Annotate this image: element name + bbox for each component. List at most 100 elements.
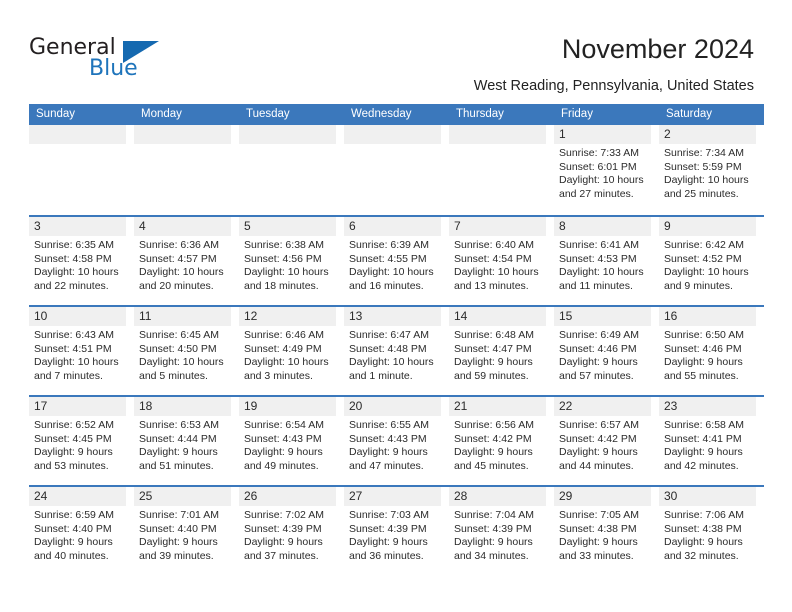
day-sunset-text: Sunset: 4:48 PM: [349, 342, 427, 355]
day-number: 20: [349, 399, 363, 413]
day-daylight-text: Daylight: 9 hours and 55 minutes.: [664, 356, 743, 382]
calendar-day-cell[interactable]: 26 Sunrise: 7:02 AM Sunset: 4:39 PM Dayligh…: [239, 487, 344, 575]
day-sunrise-text: Sunrise: 6:55 AM: [349, 419, 429, 431]
day-number: 11: [139, 309, 152, 323]
day-sunset-text: Sunset: 4:47 PM: [454, 342, 532, 355]
calendar-day-cell[interactable]: 5 Sunrise: 6:38 AM Sunset: 4:56 PM Daylight…: [239, 217, 344, 305]
calendar-day-cell[interactable]: 15 Sunrise: 6:49 AM Sunset: 4:46 PM Dayligh…: [554, 307, 659, 395]
day-sunrise-text: Sunrise: 6:53 AM: [139, 419, 219, 431]
day-number: 25: [139, 489, 153, 503]
calendar-day-cell[interactable]: 27 Sunrise: 7:03 AM Sunset: 4:39 PM Dayligh…: [344, 487, 449, 575]
calendar-day-cell[interactable]: 6 Sunrise: 6:39 AM Sunset: 4:55 PM Daylight…: [344, 217, 449, 305]
day-daylight-text: Daylight: 10 hours and 7 minutes.: [34, 356, 119, 382]
day-sunset-text: Sunset: 4:43 PM: [349, 432, 427, 445]
day-sun-info: Sunrise: 7:04 AM Sunset: 4:39 PM Daylight:…: [449, 506, 550, 563]
calendar-day-cell[interactable]: 13 Sunrise: 6:47 AM Sunset: 4:48 PM Dayligh…: [344, 307, 449, 395]
calendar-day-cell[interactable]: 17 Sunrise: 6:52 AM Sunset: 4:45 PM Dayligh…: [29, 397, 134, 485]
day-daylight-text: Daylight: 10 hours and 25 minutes.: [664, 174, 749, 200]
day-sunset-text: Sunset: 4:50 PM: [139, 342, 217, 355]
calendar-day-cell-empty: [239, 125, 344, 215]
day-daylight-text: Daylight: 9 hours and 40 minutes.: [34, 536, 113, 562]
calendar-week-row: 10 Sunrise: 6:43 AM Sunset: 4:51 PM Dayligh…: [29, 305, 764, 395]
day-sunrise-text: Sunrise: 6:45 AM: [139, 329, 219, 341]
calendar-day-cell[interactable]: 18 Sunrise: 6:53 AM Sunset: 4:44 PM Dayligh…: [134, 397, 239, 485]
day-sun-info: Sunrise: 6:54 AM Sunset: 4:43 PM Daylight:…: [239, 416, 340, 473]
day-sunrise-text: Sunrise: 6:42 AM: [664, 239, 744, 251]
calendar-day-cell[interactable]: 12 Sunrise: 6:46 AM Sunset: 4:49 PM Dayligh…: [239, 307, 344, 395]
day-sunrise-text: Sunrise: 6:39 AM: [349, 239, 429, 251]
calendar-day-cell[interactable]: 23 Sunrise: 6:58 AM Sunset: 4:41 PM Dayligh…: [659, 397, 764, 485]
day-number-band: 23: [659, 397, 756, 416]
day-number-band: 15: [554, 307, 651, 326]
calendar-day-cell[interactable]: 11 Sunrise: 6:45 AM Sunset: 4:50 PM Dayligh…: [134, 307, 239, 395]
calendar-day-cell[interactable]: 24 Sunrise: 6:59 AM Sunset: 4:40 PM Dayligh…: [29, 487, 134, 575]
day-sunset-text: Sunset: 4:42 PM: [559, 432, 637, 445]
calendar-day-cell[interactable]: 1 Sunrise: 7:33 AM Sunset: 6:01 PM Daylight…: [554, 125, 659, 215]
day-daylight-text: Daylight: 10 hours and 11 minutes.: [559, 266, 644, 292]
day-sun-info: Sunrise: 6:41 AM Sunset: 4:53 PM Daylight:…: [554, 236, 655, 293]
day-sunset-text: Sunset: 4:42 PM: [454, 432, 532, 445]
calendar-day-cell[interactable]: 9 Sunrise: 6:42 AM Sunset: 4:52 PM Daylight…: [659, 217, 764, 305]
calendar-week-row: 3 Sunrise: 6:35 AM Sunset: 4:58 PM Daylight…: [29, 215, 764, 305]
calendar-day-cell[interactable]: 8 Sunrise: 6:41 AM Sunset: 4:53 PM Daylight…: [554, 217, 659, 305]
day-sunrise-text: Sunrise: 7:04 AM: [454, 509, 534, 521]
day-sun-info: Sunrise: 7:33 AM Sunset: 6:01 PM Daylight:…: [554, 144, 655, 201]
day-sunrise-text: Sunrise: 6:38 AM: [244, 239, 324, 251]
day-sunset-text: Sunset: 4:45 PM: [34, 432, 112, 445]
calendar-day-cell[interactable]: 4 Sunrise: 6:36 AM Sunset: 4:57 PM Daylight…: [134, 217, 239, 305]
day-sunrise-text: Sunrise: 6:36 AM: [139, 239, 219, 251]
calendar-day-cell[interactable]: 22 Sunrise: 6:57 AM Sunset: 4:42 PM Dayligh…: [554, 397, 659, 485]
calendar-day-cell[interactable]: 20 Sunrise: 6:55 AM Sunset: 4:43 PM Dayligh…: [344, 397, 449, 485]
day-sunrise-text: Sunrise: 6:40 AM: [454, 239, 534, 251]
day-number-band: 14: [449, 307, 546, 326]
day-sunrise-text: Sunrise: 7:01 AM: [139, 509, 219, 521]
day-daylight-text: Daylight: 9 hours and 51 minutes.: [139, 446, 218, 472]
day-number-band: 4: [134, 217, 231, 236]
calendar-day-cell[interactable]: 14 Sunrise: 6:48 AM Sunset: 4:47 PM Dayligh…: [449, 307, 554, 395]
day-sunrise-text: Sunrise: 6:41 AM: [559, 239, 639, 251]
day-number-band: [449, 125, 546, 144]
day-sun-info: Sunrise: 6:53 AM Sunset: 4:44 PM Daylight:…: [134, 416, 235, 473]
day-sunrise-text: Sunrise: 6:49 AM: [559, 329, 639, 341]
day-sun-info: Sunrise: 6:47 AM Sunset: 4:48 PM Daylight:…: [344, 326, 445, 383]
page-header: General Blue November 2024 West Reading,…: [0, 0, 792, 104]
day-number: 3: [34, 219, 41, 233]
day-sunset-text: Sunset: 4:39 PM: [244, 522, 322, 535]
calendar-day-cell[interactable]: 29 Sunrise: 7:05 AM Sunset: 4:38 PM Dayligh…: [554, 487, 659, 575]
calendar-day-cell[interactable]: 30 Sunrise: 7:06 AM Sunset: 4:38 PM Dayligh…: [659, 487, 764, 575]
day-number: 27: [349, 489, 363, 503]
day-sun-info: Sunrise: 6:58 AM Sunset: 4:41 PM Daylight:…: [659, 416, 760, 473]
calendar-day-cell[interactable]: 16 Sunrise: 6:50 AM Sunset: 4:46 PM Dayligh…: [659, 307, 764, 395]
day-sunset-text: Sunset: 4:40 PM: [139, 522, 217, 535]
day-number-band: 26: [239, 487, 336, 506]
day-number: 16: [664, 309, 678, 323]
day-number: 1: [559, 127, 566, 141]
day-number: 21: [454, 399, 468, 413]
day-sun-info: Sunrise: 6:59 AM Sunset: 4:40 PM Daylight:…: [29, 506, 130, 563]
day-number-band: 30: [659, 487, 756, 506]
calendar-day-cell[interactable]: 7 Sunrise: 6:40 AM Sunset: 4:54 PM Daylight…: [449, 217, 554, 305]
day-sun-info: Sunrise: 6:35 AM Sunset: 4:58 PM Daylight:…: [29, 236, 130, 293]
calendar-day-cell[interactable]: 3 Sunrise: 6:35 AM Sunset: 4:58 PM Daylight…: [29, 217, 134, 305]
day-sun-info: Sunrise: 7:02 AM Sunset: 4:39 PM Daylight:…: [239, 506, 340, 563]
calendar-day-cell[interactable]: 25 Sunrise: 7:01 AM Sunset: 4:40 PM Dayligh…: [134, 487, 239, 575]
day-sunset-text: Sunset: 4:56 PM: [244, 252, 322, 265]
day-sunset-text: Sunset: 4:54 PM: [454, 252, 532, 265]
calendar-day-cell[interactable]: 21 Sunrise: 6:56 AM Sunset: 4:42 PM Dayligh…: [449, 397, 554, 485]
calendar-day-cell[interactable]: 19 Sunrise: 6:54 AM Sunset: 4:43 PM Dayligh…: [239, 397, 344, 485]
day-sunset-text: Sunset: 4:38 PM: [559, 522, 637, 535]
day-sunrise-text: Sunrise: 6:46 AM: [244, 329, 324, 341]
calendar-day-cell[interactable]: 28 Sunrise: 7:04 AM Sunset: 4:39 PM Dayligh…: [449, 487, 554, 575]
calendar-day-cell[interactable]: 10 Sunrise: 6:43 AM Sunset: 4:51 PM Dayligh…: [29, 307, 134, 395]
day-number: 5: [244, 219, 251, 233]
day-daylight-text: Daylight: 10 hours and 27 minutes.: [559, 174, 644, 200]
day-number: 23: [664, 399, 678, 413]
day-sun-info: Sunrise: 7:03 AM Sunset: 4:39 PM Daylight:…: [344, 506, 445, 563]
day-sunset-text: Sunset: 4:52 PM: [664, 252, 742, 265]
day-number: 9: [664, 219, 671, 233]
day-number: 24: [34, 489, 48, 503]
day-number-band: 11: [134, 307, 231, 326]
brand-logo[interactable]: General Blue: [29, 35, 209, 85]
calendar-day-cell[interactable]: 2 Sunrise: 7:34 AM Sunset: 5:59 PM Daylight…: [659, 125, 764, 215]
calendar-day-cell-empty: [29, 125, 134, 215]
